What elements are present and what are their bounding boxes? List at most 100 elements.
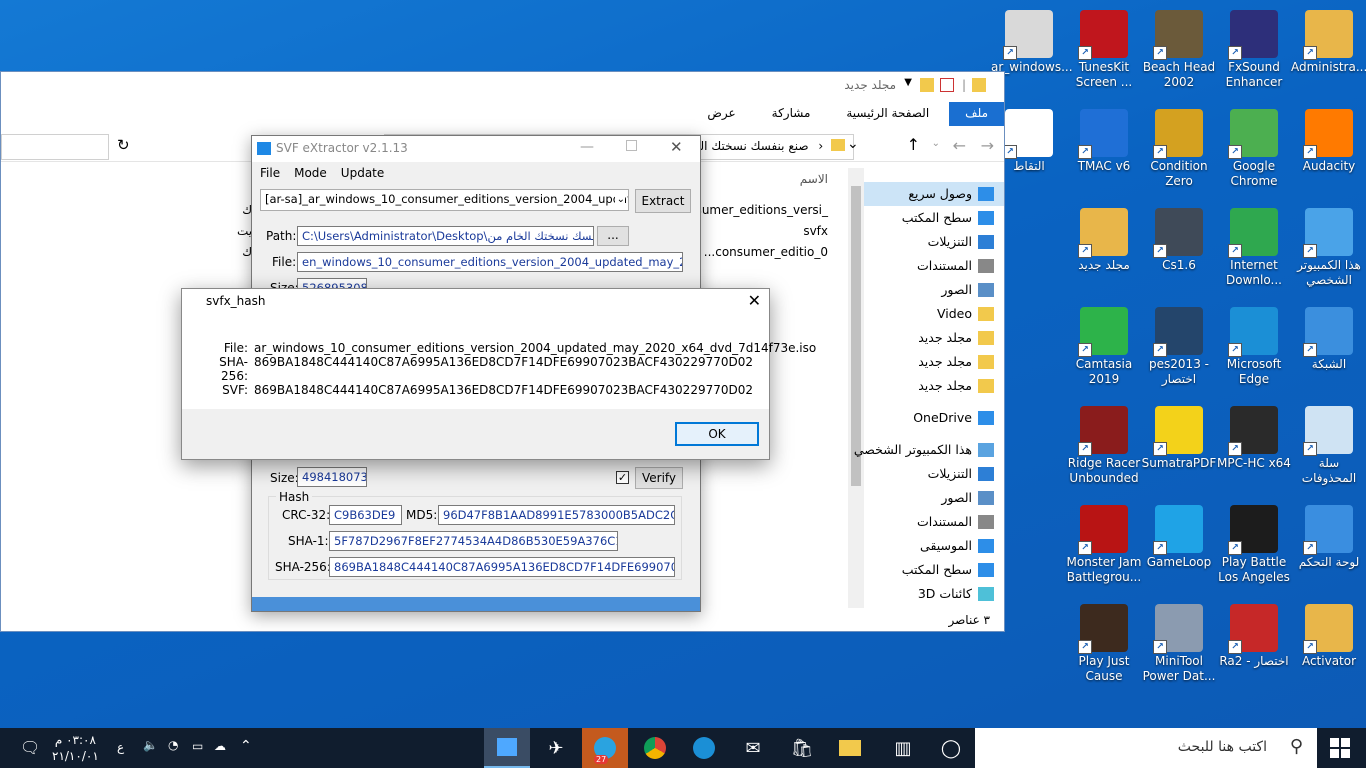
desktop-icon[interactable]: ↗ GameLoop xyxy=(1141,505,1217,570)
desktop-icon[interactable]: ↗ Cs1.6 xyxy=(1141,208,1217,273)
action-center-icon[interactable]: 🗨 xyxy=(20,738,40,757)
desktop-icon[interactable]: ↗ ar_windows... xyxy=(991,10,1073,75)
desktop-icon[interactable]: ↗ Ra2 - اختصار xyxy=(1216,604,1292,669)
wifi-icon[interactable]: ◔ xyxy=(168,738,178,752)
path-field[interactable]: C:\Users\Administrator\Desktop\صنع بنفسك… xyxy=(297,226,594,246)
browse-button[interactable]: ... xyxy=(597,226,629,246)
file-explorer-taskbar-icon[interactable] xyxy=(827,728,873,768)
nav-item[interactable]: كائنات 3D xyxy=(864,582,1004,606)
desktop-icon[interactable]: ↗ Condition Zero xyxy=(1141,109,1217,189)
maximize-icon[interactable] xyxy=(626,140,637,151)
chrome-taskbar-icon[interactable] xyxy=(632,728,678,768)
start-windows-icon[interactable] xyxy=(1330,738,1350,758)
onedrive-icon[interactable]: ☁ xyxy=(214,739,226,753)
search-box[interactable] xyxy=(1,134,109,160)
desktop-icon[interactable]: ↗ Play Just Cause xyxy=(1066,604,1142,684)
show-hidden-icons-icon[interactable]: ⌃ xyxy=(240,738,252,754)
nav-item[interactable]: التنزيلات xyxy=(864,230,1004,254)
desktop-icon[interactable]: ↗ هذا الكمبيوتر الشخصي xyxy=(1291,208,1366,288)
desktop-icon[interactable]: ↗ سلة المحذوفات xyxy=(1291,406,1366,486)
nav-item[interactable]: المستندات xyxy=(864,510,1004,534)
nav-item[interactable]: الموسيقى xyxy=(864,534,1004,558)
nav-item[interactable]: المستندات xyxy=(864,254,1004,278)
desktop-icon[interactable]: ↗ Play Battle Los Angeles xyxy=(1216,505,1292,585)
app-taskbar-icon[interactable]: ✈ xyxy=(533,728,579,768)
ribbon-tab[interactable]: عرض xyxy=(691,102,751,126)
close-icon[interactable]: ✕ xyxy=(748,291,761,310)
nav-item[interactable]: التنزيلات xyxy=(864,462,1004,486)
minimize-icon[interactable]: — xyxy=(580,139,594,155)
nav-scrollbar[interactable] xyxy=(848,168,864,608)
desktop-icon[interactable]: ↗ Camtasia 2019 xyxy=(1066,307,1142,387)
address-dropdown-icon[interactable]: ⌄ xyxy=(847,136,859,152)
desktop-icon[interactable]: ↗ مجلد جديد xyxy=(1066,208,1142,273)
clock[interactable]: ٠٣:٠٨ م ٢١/١٠/٠١ xyxy=(52,732,99,764)
nav-item[interactable]: Video xyxy=(864,302,1004,326)
menu-item[interactable]: Update xyxy=(341,162,384,184)
desktop-icon[interactable]: ↗ Audacity xyxy=(1291,109,1366,174)
refresh-icon[interactable]: ↻ xyxy=(117,136,130,154)
desktop-icon[interactable]: ↗ Internet Downlo... xyxy=(1216,208,1292,288)
nav-item[interactable]: مجلد جديد xyxy=(864,374,1004,398)
quick-access-dropdown-icon[interactable]: ▼ xyxy=(904,77,912,88)
size-field[interactable]: 4984180736 xyxy=(297,467,367,487)
store-icon[interactable]: 🛍 xyxy=(779,728,825,768)
telegram-taskbar-icon[interactable]: 27 xyxy=(582,728,628,768)
desktop-icon[interactable]: ↗ TMAC v6 xyxy=(1066,109,1142,174)
column-header-name[interactable]: الاسم xyxy=(800,172,828,186)
desktop-icon[interactable]: ↗ MiniTool Power Dat... xyxy=(1141,604,1217,684)
menu-item[interactable]: Mode xyxy=(294,162,327,184)
sha1-field[interactable]: 5F787D2967F8EF2774534A4D86B530E59A376C10 xyxy=(329,531,618,551)
desktop-icon[interactable]: ↗ Activator xyxy=(1291,604,1366,669)
edge-taskbar-icon[interactable] xyxy=(681,728,727,768)
desktop-icon[interactable]: ↗ Ridge Racer Unbounded xyxy=(1066,406,1142,486)
ribbon-tab[interactable]: ملف xyxy=(949,102,1004,126)
desktop-icon[interactable]: ↗ SumatraPDF xyxy=(1141,406,1217,471)
nav-item[interactable]: الصور xyxy=(864,278,1004,302)
ribbon-tab[interactable]: الصفحة الرئيسية xyxy=(830,102,945,126)
language-indicator[interactable]: ع xyxy=(117,740,124,754)
nav-item[interactable]: وصول سريع xyxy=(864,182,1004,206)
nav-item[interactable]: مجلد جديد xyxy=(864,326,1004,350)
volume-icon[interactable]: 🔈 xyxy=(143,738,158,752)
battery-icon[interactable]: ▭ xyxy=(192,739,203,753)
desktop-icon[interactable]: ↗ Google Chrome xyxy=(1216,109,1292,189)
desktop-icon[interactable]: ↗ Beach Head 2002 xyxy=(1141,10,1217,90)
file-field[interactable]: en_windows_10_consumer_editions_version_… xyxy=(297,252,683,272)
source-select[interactable]: [ar-sa]_ar_windows_10_consumer_editions_… xyxy=(260,189,629,211)
nav-item[interactable]: سطح المكتب xyxy=(864,558,1004,582)
desktop-icon[interactable]: ↗ TunesKit Screen ... xyxy=(1066,10,1142,90)
desktop-icon[interactable]: ↗ FxSound Enhancer xyxy=(1216,10,1292,90)
desktop-icon[interactable]: ↗ الشبكة xyxy=(1291,307,1366,372)
desktop-icon[interactable]: ↗ pes2013 - اختصار xyxy=(1141,307,1217,387)
md5-field[interactable]: 96D47F8B1AAD8991E5783000B5ADC2C5 xyxy=(438,505,675,525)
nav-item[interactable]: مجلد جديد xyxy=(864,350,1004,374)
back-arrow-icon[interactable]: → xyxy=(981,136,994,155)
properties-icon[interactable] xyxy=(940,78,954,92)
mail-icon[interactable]: ✉ xyxy=(730,728,776,768)
nav-item[interactable]: سطح المكتب xyxy=(864,206,1004,230)
extract-button[interactable]: Extract xyxy=(635,189,691,213)
verify-checkbox[interactable]: ✓ xyxy=(616,471,629,484)
up-arrow-icon[interactable]: ↑ xyxy=(907,135,920,154)
forward-arrow-icon[interactable]: ← xyxy=(953,136,966,155)
ok-button[interactable]: OK xyxy=(675,422,759,446)
desktop-icon[interactable]: ↗ Monster Jam Battlegrou... xyxy=(1066,505,1142,585)
nav-item[interactable]: OneDrive xyxy=(864,406,1004,430)
recent-dropdown-icon[interactable]: ⌄ xyxy=(932,138,940,149)
desktop-icon[interactable]: ↗ MPC-HC x64 xyxy=(1216,406,1292,471)
ribbon-tab[interactable]: مشاركة xyxy=(756,102,827,126)
svf-taskbar-icon[interactable] xyxy=(484,728,530,768)
crc32-field[interactable]: C9B63DE9 xyxy=(329,505,402,525)
close-icon[interactable]: ✕ xyxy=(670,138,683,156)
desktop-icon[interactable]: ↗ Administra... xyxy=(1291,10,1366,75)
task-view-icon[interactable]: ▥ xyxy=(880,728,926,768)
verify-button[interactable]: Verify xyxy=(635,467,683,489)
cortana-icon[interactable]: ◯ xyxy=(928,728,974,768)
desktop-icon[interactable]: ↗ Microsoft Edge xyxy=(1216,307,1292,387)
nav-item[interactable]: هذا الكمبيوتر الشخصي xyxy=(854,438,1004,462)
desktop-icon[interactable]: ↗ لوحة التحكم xyxy=(1291,505,1366,570)
menu-item[interactable]: File xyxy=(260,162,280,184)
taskbar-search-box[interactable]: اكتب هنا للبحث ⚲ xyxy=(975,728,1317,768)
new-folder-icon[interactable] xyxy=(920,78,934,92)
